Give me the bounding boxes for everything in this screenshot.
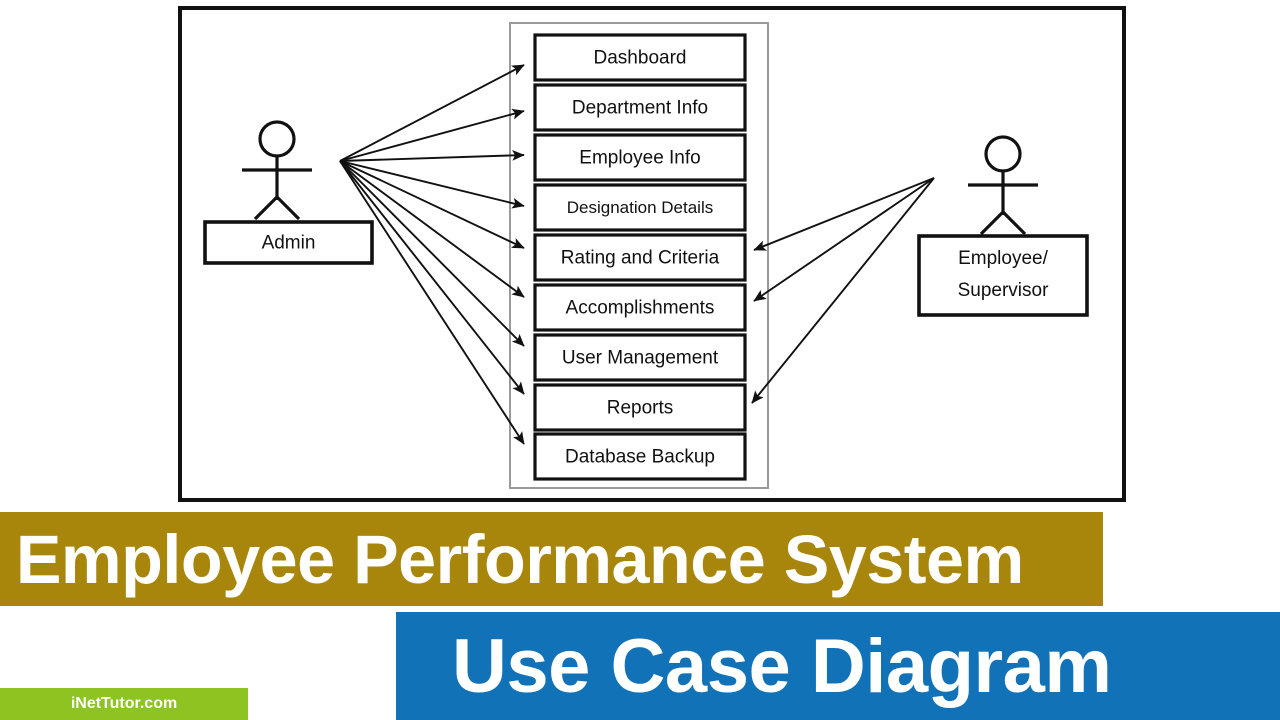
employee-supervisor-actor-head-icon	[984, 135, 1022, 173]
employee-supervisor-actor-label-line1: Employee/	[958, 248, 1048, 269]
employee-supervisor-actor-label-line2: Supervisor	[958, 280, 1049, 301]
use-case-diagram-canvas: Dashboard Department Info Employee Info …	[0, 0, 1280, 505]
use-case-department-info-label: Department Info	[572, 98, 708, 119]
use-case-designation-details[interactable]: Designation Details	[533, 183, 747, 232]
title-banner: Employee Performance System	[0, 512, 1103, 606]
use-case-reports[interactable]: Reports	[533, 383, 747, 432]
use-case-diagram-svg: Dashboard Department Info Employee Info …	[178, 6, 1126, 502]
use-case-reports-label: Reports	[607, 398, 674, 419]
use-case-user-management-label: User Management	[562, 348, 719, 369]
use-case-accomplishments-label: Accomplishments	[566, 298, 715, 319]
title-banner-text: Employee Performance System	[15, 520, 1024, 598]
use-case-rating-and-criteria[interactable]: Rating and Criteria	[533, 233, 747, 282]
use-case-dashboard-label: Dashboard	[594, 48, 687, 69]
watermark-text: iNetTutor.com	[70, 695, 178, 712]
use-case-database-backup-label: Database Backup	[565, 447, 715, 468]
admin-actor-label: Admin	[262, 233, 316, 254]
use-case-rating-and-criteria-label: Rating and Criteria	[561, 248, 720, 269]
use-case-user-management[interactable]: User Management	[533, 333, 747, 382]
use-case-dashboard[interactable]: Dashboard	[533, 33, 747, 82]
use-case-database-backup[interactable]: Database Backup	[533, 432, 747, 481]
use-case-accomplishments[interactable]: Accomplishments	[533, 283, 747, 332]
use-case-department-info[interactable]: Department Info	[533, 83, 747, 132]
admin-actor-head-icon	[258, 120, 296, 158]
subtitle-banner-text: Use Case Diagram	[452, 623, 1112, 709]
use-case-employee-info-label: Employee Info	[579, 148, 700, 169]
use-case-employee-info[interactable]: Employee Info	[533, 133, 747, 182]
use-cases-group: Dashboard Department Info Employee Info …	[533, 33, 747, 481]
watermark-badge: iNetTutor.com	[0, 688, 248, 720]
subtitle-banner: Use Case Diagram	[396, 612, 1280, 720]
use-case-designation-details-label: Designation Details	[567, 198, 713, 217]
